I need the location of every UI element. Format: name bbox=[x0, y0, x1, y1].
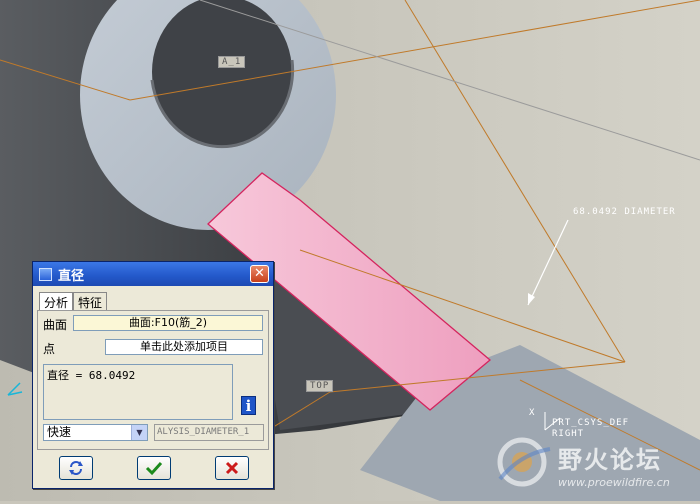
watermark-site-name: 野火论坛 bbox=[558, 446, 662, 474]
csys-x-label: X bbox=[529, 408, 536, 418]
result-text: 直径 = 68.0492 bbox=[47, 369, 136, 382]
watermark-logo-icon bbox=[497, 437, 551, 487]
tab-feature[interactable]: 特征 bbox=[73, 292, 108, 312]
datum-top-label[interactable]: TOP bbox=[306, 380, 334, 392]
tab-analysis[interactable]: 分析 bbox=[39, 292, 74, 312]
repeat-icon bbox=[69, 461, 83, 475]
mode-select-value: 快速 bbox=[47, 425, 72, 439]
ok-button[interactable] bbox=[137, 456, 171, 480]
close-icon: ✕ bbox=[254, 266, 265, 281]
check-icon bbox=[145, 461, 163, 476]
dialog-titlebar[interactable]: 直径 ✕ bbox=[33, 262, 273, 286]
dialog-button-bar bbox=[37, 454, 269, 484]
window-icon bbox=[39, 267, 52, 281]
mode-select[interactable]: 快速 ▼ bbox=[43, 424, 148, 441]
x-icon bbox=[225, 461, 239, 475]
dialog-tabs: 分析 特征 bbox=[39, 292, 108, 312]
watermark-url: www.proewildfire.cn bbox=[558, 476, 670, 489]
result-box: 直径 = 68.0492 bbox=[43, 364, 233, 420]
diameter-dialog[interactable]: 直径 ✕ 分析 特征 曲面 曲面:F10(筋_2) 点 单击此处添加项目 直径 … bbox=[32, 261, 274, 489]
dialog-title: 直径 bbox=[58, 268, 85, 284]
analysis-panel: 曲面 曲面:F10(筋_2) 点 单击此处添加项目 直径 = 68.0492 i… bbox=[37, 310, 269, 450]
point-label: 点 bbox=[43, 342, 56, 356]
surface-field[interactable]: 曲面:F10(筋_2) bbox=[73, 315, 263, 331]
cancel-button[interactable] bbox=[215, 456, 249, 480]
surface-label: 曲面 bbox=[43, 318, 68, 332]
chevron-down-icon[interactable]: ▼ bbox=[131, 425, 147, 440]
site-watermark: 野火论坛 www.proewildfire.cn bbox=[490, 434, 695, 496]
repeat-button[interactable] bbox=[59, 456, 93, 480]
point-field[interactable]: 单击此处添加项目 bbox=[105, 339, 263, 355]
analysis-name-field[interactable]: ALYSIS_DIAMETER_1 bbox=[154, 424, 264, 441]
diameter-dimension-label[interactable]: 68.0492 DIAMETER bbox=[573, 207, 676, 217]
csys-label[interactable]: PRT_CSYS_DEF bbox=[552, 418, 629, 428]
close-button[interactable]: ✕ bbox=[250, 265, 269, 283]
info-icon[interactable]: i bbox=[241, 396, 256, 415]
axis-label-a1[interactable]: A_1 bbox=[218, 56, 246, 68]
